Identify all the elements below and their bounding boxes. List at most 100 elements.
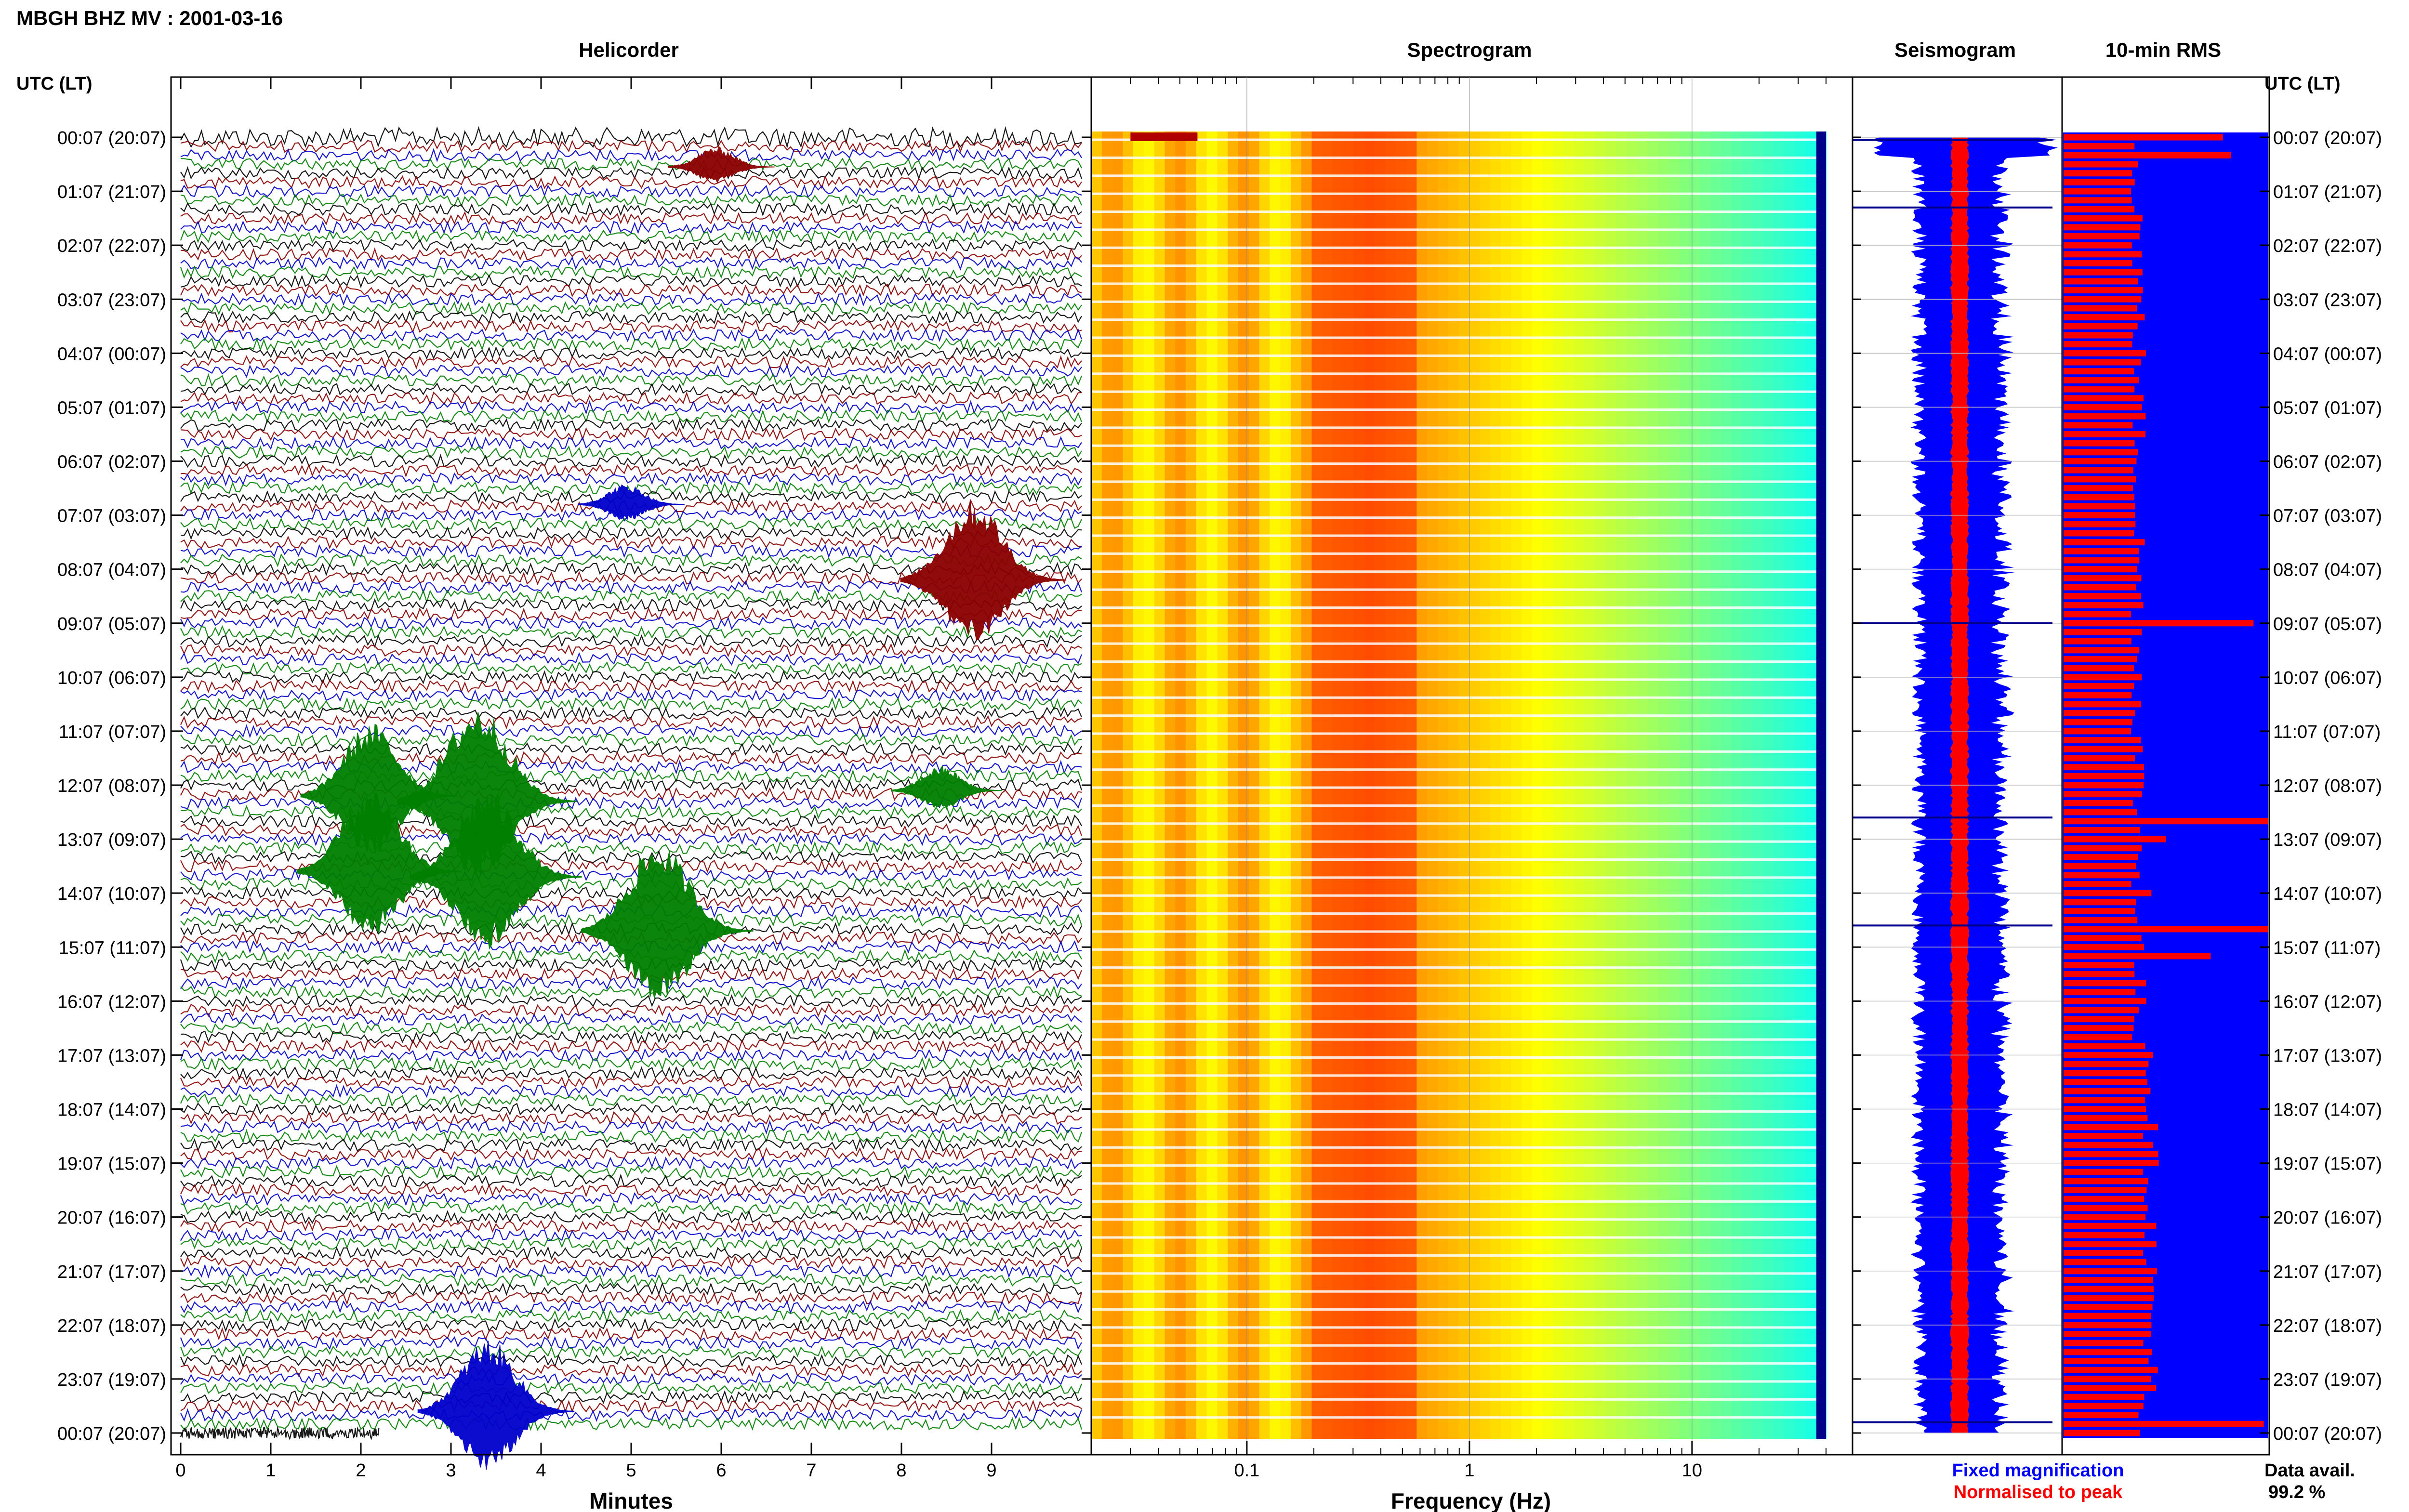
rms-bar [2064, 503, 2135, 510]
spectrogram-band [1143, 131, 1155, 1439]
rms-bar [2064, 809, 2137, 815]
time-label-left: 07:07 (03:07) [57, 506, 166, 526]
time-label-right: 05:07 (01:07) [2273, 398, 2382, 418]
rms-bar [2064, 1088, 2151, 1094]
rms-bar [2064, 575, 2142, 581]
spectrogram-band [1186, 131, 1197, 1439]
rms-bar [2064, 1420, 2264, 1427]
frequency-tick-label: 0.1 [1234, 1460, 1259, 1481]
time-label-left: 01:07 (21:07) [57, 182, 166, 202]
rms-panel [2063, 132, 2268, 1438]
rms-bar [2064, 143, 2135, 150]
rms-bar [2064, 467, 2133, 473]
time-label-right: 09:07 (05:07) [2273, 614, 2382, 634]
rms-title: 10-min RMS [2105, 39, 2221, 61]
spectrogram-row-gap [1091, 408, 1826, 411]
time-label-left: 23:07 (19:07) [57, 1370, 166, 1390]
spectrogram-band [1731, 131, 1743, 1439]
spectrogram-row-gap [1091, 1182, 1826, 1185]
spectrogram-row-gap [1091, 588, 1826, 591]
rms-bar [2064, 701, 2141, 708]
spectrogram-band [1668, 131, 1680, 1439]
helicorder-trace [180, 652, 1083, 666]
rms-bar [2064, 422, 2133, 429]
spectrogram-band [1542, 131, 1554, 1439]
spectrogram-row-gap [1091, 480, 1826, 483]
rms-bar [2064, 458, 2137, 465]
helicorder-trace [180, 1372, 1082, 1386]
helicorder-trace [180, 1021, 1082, 1035]
spectrogram-row-gap [1091, 894, 1826, 897]
rms-bar [2064, 692, 2132, 698]
spectrogram-event [1130, 132, 1198, 141]
spectrogram-row-gap [1091, 390, 1826, 393]
rms-bar [2064, 791, 2142, 798]
rms-bar [2064, 926, 2268, 933]
legend-fixed-magnification: Fixed magnification [1952, 1460, 2124, 1481]
rms-bar [2064, 1016, 2134, 1023]
spectrogram-band [1490, 131, 1501, 1439]
spectrogram-row-gap [1091, 786, 1826, 789]
time-label-left: 16:07 (12:07) [57, 992, 166, 1012]
rms-bar [2064, 179, 2135, 185]
helicorder-trace [180, 126, 1082, 149]
spectrogram-band [1154, 131, 1165, 1439]
spectrogram-row-gap [1091, 1272, 1826, 1275]
time-label-left: 08:07 (04:07) [57, 560, 166, 580]
spectrogram-band [1627, 131, 1638, 1439]
rms-bar [2064, 566, 2137, 573]
minute-tick-label: 6 [716, 1460, 726, 1481]
time-label-left: 13:07 (09:07) [57, 830, 166, 850]
spectrogram-row-gap [1091, 174, 1826, 177]
minute-tick-label: 3 [446, 1460, 456, 1481]
frequency-axis-label: Frequency (Hz) [1391, 1488, 1551, 1512]
rms-bar [2064, 907, 2135, 915]
spectrogram-row-gap [1091, 1326, 1826, 1329]
helicorder-trace [180, 1110, 1082, 1125]
rms-bar [2064, 386, 2135, 393]
time-label-left: 11:07 (07:07) [59, 722, 166, 742]
data-availability-label: Data avail. [2264, 1460, 2355, 1481]
rms-bar [2064, 1249, 2143, 1256]
spectrogram-row-gap [1091, 210, 1826, 213]
rms-bar [2064, 260, 2132, 267]
rms-bar [2064, 1313, 2152, 1319]
figure: MBGH BHZ MV : 2001-03-16 UTC (LT) UTC (L… [16, 7, 2382, 1512]
rms-bar [2064, 341, 2132, 348]
spectrogram-band [1228, 131, 1239, 1439]
spectrogram-band [1133, 131, 1144, 1439]
rms-bar [2064, 206, 2135, 212]
rms-bar [2064, 350, 2146, 356]
rms-bar [2064, 1295, 2154, 1302]
helicorder-trace [180, 1255, 1082, 1269]
spectrogram-row-gap [1091, 732, 1826, 735]
rms-bar [2064, 1070, 2146, 1077]
rms-bar [2064, 746, 2143, 752]
spectrogram-row-gap [1091, 354, 1826, 357]
time-label-right: 02:07 (22:07) [2273, 236, 2382, 256]
rms-bar [2064, 836, 2166, 842]
rms-bar [2064, 1052, 2153, 1058]
rms-bar [2064, 1007, 2139, 1013]
rms-bar [2064, 980, 2146, 986]
spectrogram-band [1270, 131, 1281, 1439]
rms-bar [2064, 827, 2140, 833]
rms-bar [2064, 719, 2132, 725]
rms-bar [2064, 1142, 2153, 1148]
rms-bar [2064, 818, 2268, 825]
spectrogram-row-gap [1091, 1056, 1826, 1059]
rms-bar [2064, 278, 2138, 285]
spectrogram-band [1595, 131, 1606, 1439]
rms-bar [2064, 935, 2142, 942]
spectrogram-row-gap [1091, 768, 1826, 771]
rms-bar [2064, 1196, 2144, 1202]
time-label-right: 08:07 (04:07) [2273, 560, 2382, 580]
rms-bar [2064, 1394, 2144, 1400]
helicorder-trace [180, 1147, 1082, 1161]
spectrogram-row-gap [1091, 246, 1826, 249]
time-label-right: 11:07 (07:07) [2273, 722, 2381, 742]
minute-tick-label: 2 [356, 1460, 366, 1481]
seismogram-title: Seismogram [1894, 39, 2016, 61]
spectrogram-band [1343, 131, 1354, 1439]
spectrogram-panel [1091, 131, 1827, 1439]
